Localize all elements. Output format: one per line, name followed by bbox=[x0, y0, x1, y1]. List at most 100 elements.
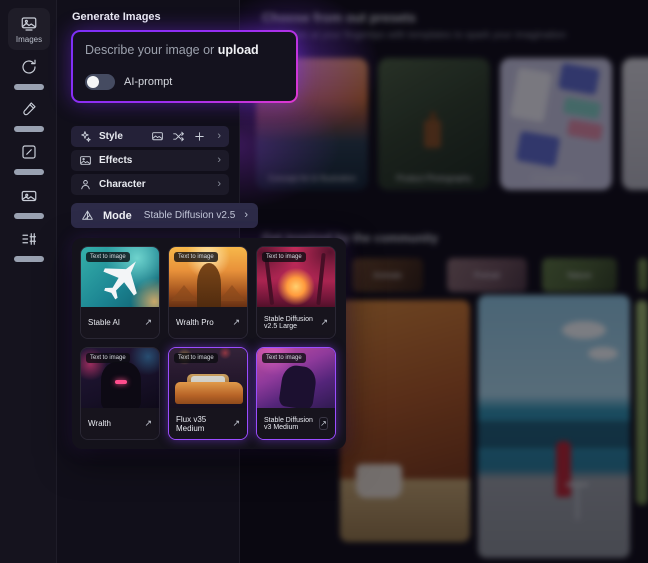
arrow-up-right-icon[interactable]: ↗ bbox=[232, 419, 240, 428]
presets-section-title: Choose from out presets bbox=[262, 10, 416, 25]
chevron-right-icon: › bbox=[217, 179, 221, 190]
community-image-bus-stop[interactable] bbox=[478, 295, 630, 558]
community-image-cropped[interactable] bbox=[636, 300, 648, 505]
sidebar-label-skeleton bbox=[14, 84, 44, 90]
palm-shape bbox=[316, 253, 325, 305]
prompt-placeholder: Describe your image or upload bbox=[85, 43, 259, 57]
cup-shape bbox=[356, 464, 402, 498]
upload-link[interactable]: upload bbox=[218, 43, 259, 57]
model-card-sd3-medium[interactable]: Text to image Stable Diffusion v3 Medium… bbox=[256, 347, 336, 440]
edit-square-icon bbox=[20, 143, 38, 161]
model-badge: Text to image bbox=[262, 353, 306, 363]
community-image-canyon[interactable] bbox=[340, 300, 470, 542]
plus-icon[interactable] bbox=[193, 130, 206, 143]
images-icon bbox=[20, 15, 38, 33]
option-label: Style bbox=[99, 131, 123, 142]
arrow-up-right-icon[interactable]: ↗ bbox=[232, 318, 240, 327]
car-shape bbox=[175, 382, 243, 404]
card-icon[interactable] bbox=[151, 130, 164, 143]
app-window: Choose from out presets Inspiration at y… bbox=[0, 0, 648, 563]
cloud-shape bbox=[588, 347, 618, 360]
sidebar-item-label: Images bbox=[16, 35, 42, 44]
sidebar-label-skeleton bbox=[14, 126, 44, 132]
model-name: Wralth Pro bbox=[176, 318, 214, 327]
option-label: Effects bbox=[99, 155, 132, 166]
arrow-up-right-icon[interactable]: ↗ bbox=[144, 318, 152, 327]
arrow-up-right-icon[interactable]: ↗ bbox=[144, 419, 152, 428]
person-icon bbox=[79, 178, 92, 191]
chevron-right-icon: › bbox=[244, 210, 248, 221]
model-name: Stable Diffusion v3 Medium bbox=[264, 417, 319, 431]
person-shape bbox=[556, 441, 571, 497]
sparkle-icon bbox=[79, 130, 92, 143]
figure-shape bbox=[197, 263, 221, 309]
pyramid-shape bbox=[219, 285, 245, 301]
option-row-effects[interactable]: Effects › bbox=[71, 150, 229, 171]
chair-shape bbox=[576, 486, 579, 520]
preset-label: Product Photography bbox=[378, 174, 490, 183]
model-name: Stable AI bbox=[88, 318, 120, 327]
refresh-icon bbox=[20, 58, 38, 76]
bus-window-shape bbox=[478, 421, 630, 447]
model-badge: Text to image bbox=[174, 353, 218, 363]
model-card-flux-v35[interactable]: Text to image Flux v35 Medium ↗ bbox=[168, 347, 248, 440]
ui-mock-shape bbox=[516, 131, 561, 167]
arrow-up-right-button[interactable]: ↗ bbox=[319, 417, 328, 430]
preset-card-product-photography[interactable]: Product Photography bbox=[378, 58, 490, 190]
sidebar-item-refresh[interactable] bbox=[0, 58, 57, 90]
category-chip-portrait[interactable]: Portrait bbox=[447, 258, 527, 292]
chip-label: Portrait bbox=[447, 258, 527, 292]
sidebar-label-skeleton bbox=[14, 213, 44, 219]
mode-selector[interactable]: Mode Stable Diffusion v2.5 › bbox=[71, 203, 258, 228]
preset-card-cropped[interactable] bbox=[622, 58, 648, 190]
model-picker-popup: Text to image Stable AI ↗ Text to image … bbox=[72, 238, 346, 449]
model-badge: Text to image bbox=[174, 252, 218, 262]
arrow-up-right-icon[interactable]: ↗ bbox=[320, 318, 328, 327]
prism-icon bbox=[81, 209, 94, 222]
brush-icon bbox=[20, 100, 38, 118]
category-chip-animals[interactable]: Animals bbox=[352, 258, 423, 292]
preset-label: Concept Art & Illustration bbox=[256, 174, 368, 183]
mode-label: Mode bbox=[103, 210, 132, 222]
model-badge: Text to image bbox=[262, 252, 306, 262]
chevron-right-icon: › bbox=[217, 131, 221, 142]
model-card-sd25-large[interactable]: Text to image Stable Diffusion v2.5 Larg… bbox=[256, 246, 336, 339]
ai-prompt-label: AI-prompt bbox=[124, 76, 172, 88]
preset-label: UI Inspiration bbox=[500, 174, 612, 183]
sidebar-item-images[interactable]: Images bbox=[8, 8, 50, 50]
model-name: Flux v35 Medium bbox=[176, 415, 232, 433]
model-badge: Text to image bbox=[86, 353, 130, 363]
ui-mock-shape bbox=[563, 97, 601, 119]
ui-mock-shape bbox=[567, 119, 603, 141]
photo-edit-icon bbox=[20, 187, 38, 205]
option-row-character[interactable]: Character › bbox=[71, 174, 229, 195]
ai-prompt-toggle[interactable] bbox=[85, 74, 115, 90]
model-card-wralth[interactable]: Text to image Wralth ↗ bbox=[80, 347, 160, 440]
model-card-wralth-pro[interactable]: Text to image Wralth Pro ↗ bbox=[168, 246, 248, 339]
option-label: Character bbox=[99, 179, 146, 190]
model-name: Wralth bbox=[88, 419, 111, 428]
ui-mock-shape bbox=[510, 67, 552, 122]
chevron-right-icon: › bbox=[217, 155, 221, 166]
shuffle-icon[interactable] bbox=[172, 130, 185, 143]
sidebar-item-brush[interactable] bbox=[0, 100, 57, 132]
mode-value: Stable Diffusion v2.5 bbox=[144, 210, 236, 221]
sidebar-item-photo-edit[interactable] bbox=[0, 187, 57, 219]
preset-card-ui-design[interactable]: UI Inspiration bbox=[500, 58, 612, 190]
model-badge: Text to image bbox=[86, 252, 130, 262]
prompt-input[interactable]: Describe your image or upload AI-prompt bbox=[71, 30, 298, 103]
sidebar-label-skeleton bbox=[14, 169, 44, 175]
toggle-knob bbox=[87, 76, 99, 88]
grid-list-icon bbox=[20, 230, 38, 248]
category-chip-nature[interactable]: Nature bbox=[542, 258, 617, 292]
cloud-shape bbox=[562, 321, 606, 339]
sidebar-item-edit[interactable] bbox=[0, 143, 57, 175]
sidebar-item-grid[interactable] bbox=[0, 230, 57, 262]
figure-shape bbox=[278, 364, 318, 410]
model-card-stable-ai[interactable]: Text to image Stable AI ↗ bbox=[80, 246, 160, 339]
option-row-style[interactable]: Style › bbox=[71, 126, 229, 147]
presets-section-subtitle: Inspiration at your fingertips with temp… bbox=[262, 30, 566, 41]
panel-title: Generate Images bbox=[72, 11, 161, 23]
figure-shape bbox=[101, 362, 141, 410]
category-chip-cropped[interactable] bbox=[638, 258, 648, 292]
